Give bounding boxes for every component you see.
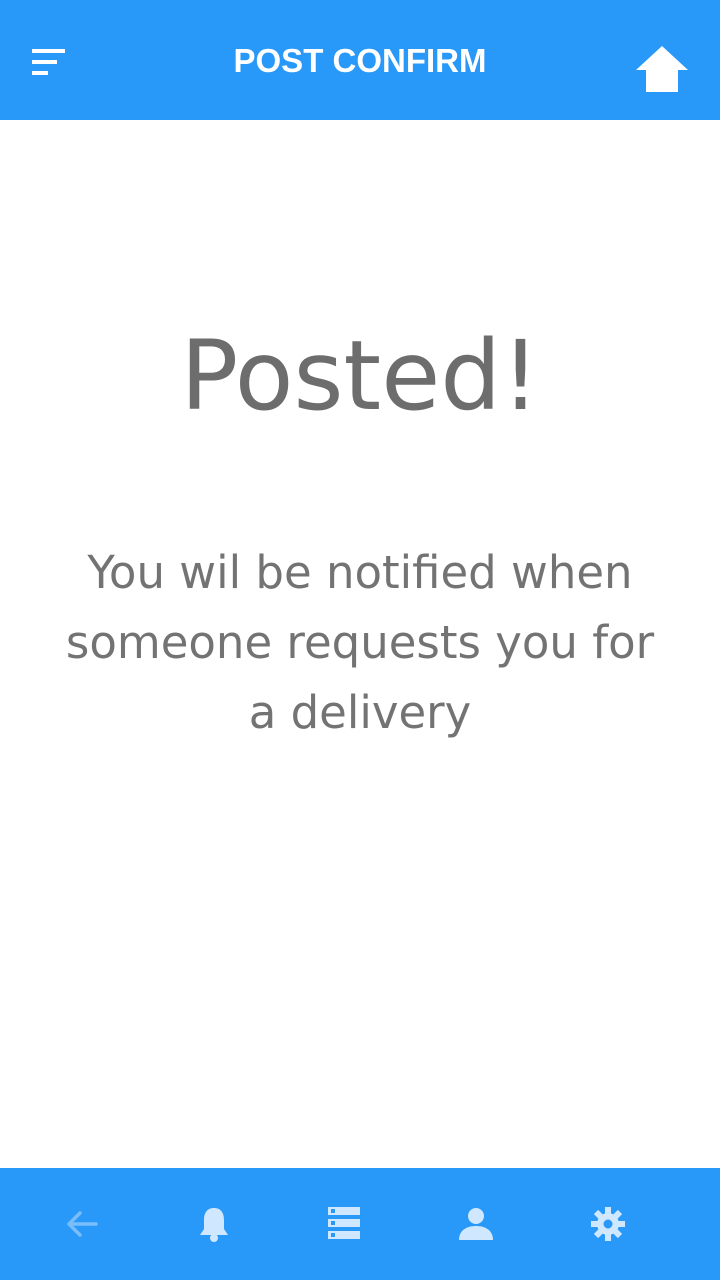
posted-headline: Posted! (180, 320, 540, 432)
bell-icon (200, 1208, 228, 1242)
content-area: Posted! You wil be notified when someone… (0, 120, 720, 1168)
top-app-bar: POST CONFIRM (0, 0, 720, 120)
nav-profile-button[interactable] (404, 1168, 548, 1280)
back-arrow-icon (67, 1211, 98, 1237)
nav-list-button[interactable] (272, 1168, 416, 1280)
nav-settings-button[interactable] (536, 1168, 680, 1280)
page-title: POST CONFIRM (233, 42, 487, 79)
notification-message: You wil be notified when someone request… (65, 546, 655, 739)
app-root: POST CONFIRM Posted! You wil be notified… (0, 0, 720, 1280)
list-icon (328, 1207, 360, 1239)
nav-back-button[interactable] (10, 1168, 154, 1280)
bottom-navigation (0, 1168, 720, 1280)
home-icon[interactable] (632, 40, 692, 96)
person-icon (459, 1208, 493, 1240)
nav-notifications-button[interactable] (142, 1168, 286, 1280)
gear-icon (591, 1207, 625, 1241)
menu-icon[interactable] (22, 36, 74, 88)
